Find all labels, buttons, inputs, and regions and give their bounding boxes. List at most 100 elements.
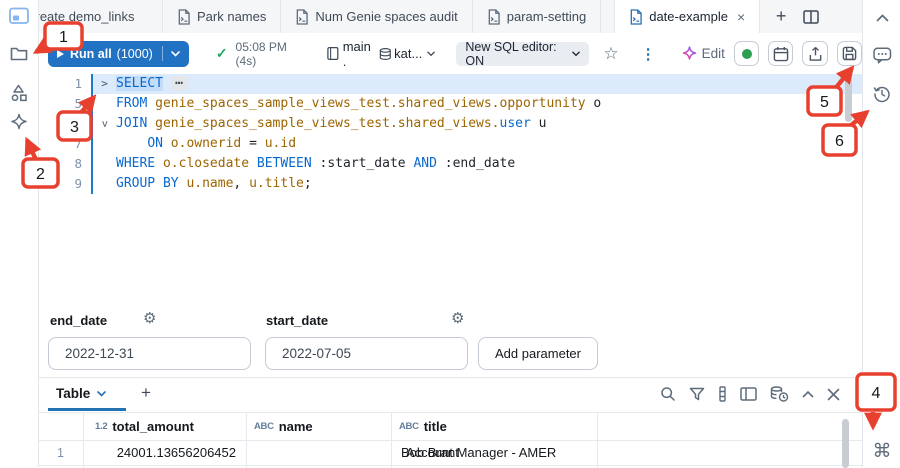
- folded-code-ellipsis[interactable]: ⋯: [171, 76, 187, 91]
- token: u.title: [249, 176, 304, 191]
- new-sql-editor-toggle[interactable]: New SQL editor: ON: [456, 42, 589, 66]
- token: o: [586, 96, 602, 111]
- results-scrollbar[interactable]: [842, 419, 849, 468]
- line-number[interactable]: 8: [38, 154, 91, 174]
- token: :end_date: [445, 156, 515, 171]
- assistant-edit-button[interactable]: Edit: [682, 46, 725, 61]
- kebab-menu-icon[interactable]: ⋮: [641, 45, 656, 63]
- edit-label: Edit: [702, 46, 725, 61]
- comments-icon[interactable]: [871, 44, 893, 66]
- column-header-total-amount[interactable]: 1.2 total_amount: [95, 412, 194, 440]
- line-number[interactable]: 5: [38, 94, 91, 114]
- code-text: GROUP BY u.name, u.title;: [116, 174, 312, 194]
- run-all-button[interactable]: Run all (1000): [48, 41, 189, 67]
- tab-label: param-setting: [507, 9, 586, 24]
- token: :start_date: [320, 156, 406, 171]
- tab-strip: create demo_links Park names Num Genie s…: [38, 0, 862, 34]
- run-limit-count: (1000): [117, 47, 153, 61]
- workspace-panel-icon[interactable]: [8, 5, 30, 27]
- end-date-input[interactable]: [48, 337, 251, 370]
- catalog-schema-selector[interactable]: main . kat...: [327, 39, 435, 69]
- code-line-body: >JOIN genie_spaces_sample_views_test.sha…: [93, 114, 862, 134]
- tab-create-demo-links[interactable]: create demo_links: [38, 0, 163, 33]
- layout-panel-icon[interactable]: [740, 387, 757, 401]
- fold-right-icon[interactable]: >: [93, 74, 116, 94]
- sparkle-gradient-icon: [682, 46, 697, 61]
- results-tab-label: Table: [56, 386, 90, 401]
- close-results-icon[interactable]: [827, 388, 840, 401]
- favorite-star-icon[interactable]: ☆: [603, 45, 618, 62]
- line-number[interactable]: 9: [38, 174, 91, 194]
- gear-icon[interactable]: ⚙: [451, 311, 464, 326]
- search-icon[interactable]: [660, 386, 676, 402]
- folder-icon[interactable]: [8, 42, 30, 64]
- tab-label: create demo_links: [38, 9, 135, 24]
- token: FROM: [116, 96, 155, 111]
- code-text: SELECT⋯: [116, 74, 187, 94]
- chevron-down-icon: [97, 391, 106, 397]
- row-height-icon[interactable]: [718, 386, 727, 402]
- database-icon: [379, 47, 392, 61]
- data-history-icon[interactable]: [770, 386, 789, 402]
- editor-scrollbar[interactable]: [845, 76, 852, 122]
- tab-label: Park names: [197, 9, 266, 24]
- chevron-down-icon[interactable]: [171, 51, 180, 57]
- save-button[interactable]: [837, 41, 862, 66]
- keyboard-shortcuts-button[interactable]: ⌘: [871, 440, 893, 462]
- tab-num-genie-spaces-audit[interactable]: Num Genie spaces audit: [281, 0, 472, 33]
- sql-file-icon: [295, 9, 308, 25]
- code-line-body: GROUP BY u.name, u.title;: [93, 174, 862, 194]
- assistant-sparkle-icon[interactable]: [8, 111, 30, 133]
- close-icon[interactable]: ×: [737, 9, 745, 25]
- line-number[interactable]: 6: [38, 114, 91, 134]
- sql-code-editor[interactable]: 1>SELECT⋯5FROM genie_spaces_sample_views…: [38, 74, 862, 300]
- code-line-body: ON o.ownerid = u.id: [93, 134, 862, 154]
- code-line[interactable]: 8WHERE o.closedate BETWEEN :start_date A…: [38, 154, 862, 174]
- code-line[interactable]: 9 GROUP BY u.name, u.title;: [38, 174, 862, 194]
- results-tab-table[interactable]: Table: [56, 386, 106, 401]
- code-text: JOIN genie_spaces_sample_views_test.shar…: [116, 114, 546, 134]
- tab-date-example[interactable]: date-example ×: [614, 0, 760, 33]
- add-visualization-button[interactable]: +: [141, 383, 151, 403]
- gear-icon[interactable]: ⚙: [143, 311, 156, 326]
- version-history-icon[interactable]: [871, 83, 893, 105]
- line-number[interactable]: 1: [38, 74, 91, 94]
- divider: [162, 46, 163, 61]
- fold-down-icon[interactable]: >: [95, 113, 115, 136]
- token: o.closedate: [163, 156, 249, 171]
- play-icon: [57, 50, 64, 58]
- token: [249, 156, 257, 171]
- code-line[interactable]: 1>SELECT⋯: [38, 74, 862, 94]
- code-line[interactable]: 5FROM genie_spaces_sample_views_test.sha…: [38, 94, 862, 114]
- collapse-panel-chevron-icon[interactable]: [871, 7, 893, 29]
- token: WHERE: [116, 156, 163, 171]
- share-button[interactable]: [802, 41, 827, 66]
- collapse-chevron-icon[interactable]: [802, 390, 814, 398]
- table-row: 1 24001.13656206452 Bob Brant Account Ma…: [38, 441, 862, 466]
- filter-icon[interactable]: [689, 387, 705, 402]
- line-number[interactable]: 7: [38, 134, 91, 154]
- column-header-name[interactable]: ABC name: [254, 412, 313, 440]
- editor-toolbar: Run all (1000) ✓ 05:08 PM (4s) main . ka…: [38, 33, 862, 74]
- column-header-title[interactable]: ABC title: [399, 412, 447, 440]
- token: AND: [413, 156, 436, 171]
- add-parameter-button[interactable]: Add parameter: [478, 337, 598, 370]
- code-line[interactable]: 6>JOIN genie_spaces_sample_views_test.sh…: [38, 114, 862, 134]
- column-name: title: [424, 419, 447, 434]
- tab-param-setting[interactable]: param-setting: [473, 0, 601, 33]
- split-view-icon[interactable]: [796, 0, 826, 33]
- results-panel: Table + 1.2 total_amount ABC name ABC ti…: [38, 377, 862, 468]
- code-line[interactable]: 7 ON o.ownerid = u.id: [38, 134, 862, 154]
- row-number: 1: [38, 441, 83, 465]
- token: o.ownerid: [171, 136, 241, 151]
- run-all-label: Run all: [70, 47, 112, 61]
- tab-park-names[interactable]: Park names: [163, 0, 281, 33]
- new-tab-button[interactable]: +: [766, 0, 796, 33]
- shapes-icon[interactable]: [8, 82, 30, 104]
- warehouse-status-button[interactable]: [734, 41, 759, 66]
- start-date-input[interactable]: [265, 337, 468, 370]
- schedule-button[interactable]: [768, 41, 793, 66]
- token: JOIN: [116, 116, 155, 131]
- token: =: [241, 136, 264, 151]
- column-name: name: [279, 419, 313, 434]
